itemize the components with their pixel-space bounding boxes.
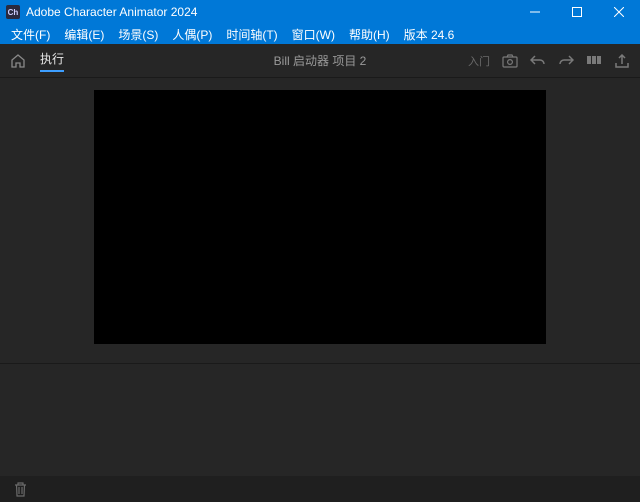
tab-perform[interactable]: 执行: [40, 50, 64, 72]
menu-puppet[interactable]: 人偶(P): [165, 24, 219, 44]
titlebar-left: Ch Adobe Character Animator 2024: [0, 5, 197, 19]
close-button[interactable]: [598, 0, 640, 24]
workspace: 执行 Bill 启动器 项目 2 入门: [0, 44, 640, 502]
menu-help[interactable]: 帮助(H): [342, 24, 397, 44]
stream-button[interactable]: [586, 54, 602, 68]
undo-icon: [530, 54, 546, 68]
delete-button[interactable]: [14, 482, 27, 497]
menu-file[interactable]: 文件(F): [4, 24, 57, 44]
minimize-icon: [530, 7, 540, 17]
menu-bar: 文件(F) 编辑(E) 场景(S) 人偶(P) 时间轴(T) 窗口(W) 帮助(…: [0, 24, 640, 44]
camera-icon: [502, 54, 518, 68]
snapshot-button[interactable]: [502, 54, 518, 68]
home-button[interactable]: [10, 53, 26, 69]
menu-timeline[interactable]: 时间轴(T): [219, 24, 284, 44]
close-icon: [614, 7, 624, 17]
trash-icon: [14, 482, 27, 497]
broadcast-icon: [586, 54, 602, 68]
scene-title: Bill 启动器 项目 2: [274, 52, 367, 69]
window-controls: [514, 0, 640, 24]
window-titlebar: Ch Adobe Character Animator 2024: [0, 0, 640, 24]
bottom-bar: [0, 476, 640, 502]
app-title: Adobe Character Animator 2024: [26, 5, 197, 19]
home-icon: [10, 53, 26, 69]
stage-panel: [0, 78, 640, 364]
menu-edit[interactable]: 编辑(E): [57, 24, 111, 44]
top-toolbar: 执行 Bill 启动器 项目 2 入门: [0, 44, 640, 78]
lower-panel: [0, 364, 640, 476]
menu-window[interactable]: 窗口(W): [285, 24, 342, 44]
redo-icon: [558, 54, 574, 68]
maximize-button[interactable]: [556, 0, 598, 24]
share-icon: [614, 54, 630, 68]
maximize-icon: [572, 7, 582, 17]
menu-scene[interactable]: 场景(S): [111, 24, 165, 44]
minimize-button[interactable]: [514, 0, 556, 24]
stage-viewport[interactable]: [94, 90, 546, 344]
mode-label: 入门: [468, 53, 490, 69]
toolbar-right: 入门: [468, 53, 630, 69]
toolbar-left: 执行: [10, 50, 64, 72]
app-icon: Ch: [6, 5, 20, 19]
undo-button[interactable]: [530, 54, 546, 68]
menu-version[interactable]: 版本 24.6: [397, 24, 462, 44]
export-button[interactable]: [614, 54, 630, 68]
redo-button[interactable]: [558, 54, 574, 68]
